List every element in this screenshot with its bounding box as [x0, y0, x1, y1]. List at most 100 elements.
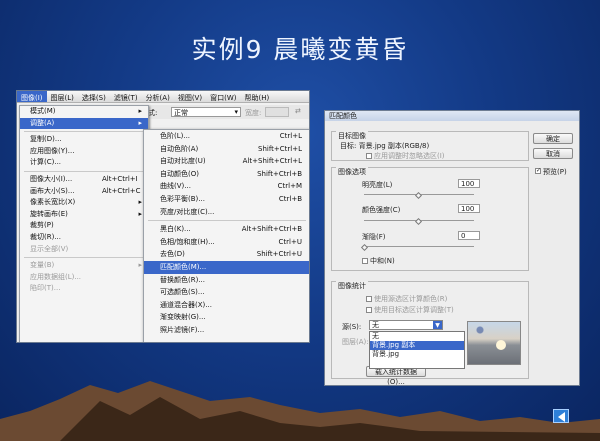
swap-icon[interactable]: ⇄ — [295, 107, 301, 115]
menubar-item[interactable]: 图像(I) — [17, 91, 47, 102]
menubar-item[interactable]: 帮助(H) — [240, 91, 273, 102]
adjust-submenu: 色阶(L)... Ctrl+L 自动色阶(A) Shift+Ctrl+L 自动对比度(U… — [143, 129, 309, 342]
use-source-selection-checkbox[interactable]: 使用源选区计算颜色(R) — [366, 294, 447, 304]
adjust-menu-item[interactable]: 自动色阶(A) Shift+Ctrl+L — [144, 143, 309, 156]
menubar-item[interactable]: 选择(S) — [78, 91, 110, 102]
menu-item-label: 应用图像(Y)... — [30, 146, 75, 155]
adjust-menu-item[interactable]: 色阶(L)... Ctrl+L — [144, 130, 309, 143]
adjust-menu-item[interactable]: 匹配颜色(M)... — [144, 260, 309, 274]
image-menu-item[interactable]: 像素长宽比(X) ▸ — [20, 197, 148, 209]
image-menu-item[interactable]: 显示全部(V) — [20, 244, 148, 256]
menubar-item[interactable]: 分析(A) — [142, 91, 174, 102]
menubar-item[interactable]: 视图(V) — [174, 91, 206, 102]
neutralize-label: 中和(N) — [370, 257, 395, 265]
target-group-label: 目标图像 — [336, 131, 368, 141]
ok-button[interactable]: 确定 — [533, 133, 573, 144]
adjust-menu-item[interactable]: 亮度/对比度(C)... — [144, 206, 309, 219]
image-menu-item[interactable]: 旋转画布(E) ▸ — [20, 209, 148, 221]
menubar-item[interactable]: 窗口(W) — [206, 91, 240, 102]
image-menu-item[interactable]: 变量(B) ▸ — [20, 260, 148, 272]
adjust-menu-item[interactable]: 黑白(K)... Alt+Shift+Ctrl+B — [144, 223, 309, 236]
source-label: 源(S): — [342, 323, 362, 331]
fade-field[interactable]: 0 — [458, 231, 480, 240]
submenu-arrow-icon: ▸ — [138, 198, 142, 207]
load-stats-button[interactable]: 载入统计数据(O)... — [366, 366, 426, 386]
image-menu-item[interactable]: 调整(A) ▸ — [20, 117, 148, 130]
menu-item-label: 色彩平衡(B)... — [160, 194, 205, 203]
width-field[interactable] — [265, 107, 289, 117]
source-option[interactable]: 背景.jpg 副本 — [370, 341, 464, 350]
intensity-field[interactable]: 100 — [458, 204, 480, 213]
dialog-title: 匹配颜色 — [325, 111, 579, 121]
luminance-slider[interactable] — [364, 194, 474, 195]
luminance-thumb[interactable] — [414, 191, 423, 200]
preview-label: 预览(P) — [543, 168, 567, 176]
use-target-selection-checkbox[interactable]: 使用目标选区计算调整(T) — [366, 305, 454, 315]
menu-item-shortcut: Shift+Ctrl+U — [256, 250, 302, 259]
source-select[interactable]: 无 ▼ — [369, 320, 443, 330]
image-menu-item[interactable]: 应用图像(Y)... — [20, 146, 148, 158]
source-option[interactable]: 无 — [370, 332, 464, 341]
image-menu-item[interactable]: 应用数据组(L)... — [20, 272, 148, 284]
menubar-item[interactable]: 图层(L) — [47, 91, 78, 102]
menu-item-label: 应用数据组(L)... — [30, 272, 82, 281]
adjust-menu-item[interactable]: 色相/饱和度(H)... Ctrl+U — [144, 236, 309, 249]
menu-item-label: 渐变映射(G)... — [160, 313, 206, 322]
image-menu-item[interactable]: 陷印(T)... — [20, 283, 148, 295]
menu-item-label: 复制(D)... — [30, 135, 62, 144]
use-source-selection-label: 使用源选区计算颜色(R) — [374, 295, 448, 303]
fade-slider[interactable] — [364, 246, 474, 247]
preview-checkbox[interactable]: 预览(P) — [535, 167, 567, 177]
use-target-selection-label: 使用目标选区计算调整(T) — [374, 306, 454, 314]
adjust-menu-item[interactable]: 通道混合器(X)... — [144, 299, 309, 312]
cancel-button[interactable]: 取消 — [533, 148, 573, 159]
options-bar: 样式: 正常 ▾ 宽度: ⇄ — [125, 105, 309, 119]
style-select[interactable]: 正常 ▾ — [171, 107, 241, 117]
menu-item-label: 去色(D) — [160, 250, 185, 259]
fade-label: 渐隐(F) — [362, 233, 386, 241]
menu-item-label: 自动色阶(A) — [160, 144, 199, 153]
adjust-menu-item[interactable]: 去色(D) Shift+Ctrl+U — [144, 248, 309, 261]
menu-item-shortcut: Ctrl+U — [278, 237, 302, 246]
target-label: 目标: — [340, 142, 357, 150]
menu-item-label: 匹配颜色(M)... — [160, 262, 207, 271]
submenu-arrow-icon: ▸ — [138, 209, 142, 218]
menu-item-shortcut: Shift+Ctrl+B — [257, 169, 302, 178]
image-menu-item[interactable]: 图像大小(I)... Alt+Ctrl+I — [20, 174, 148, 186]
menu-item-label: 裁切(R)... — [30, 232, 62, 241]
previous-slide-icon[interactable] — [553, 409, 569, 423]
fade-thumb[interactable] — [360, 243, 369, 252]
adjust-menu-item[interactable]: 可选颜色(S)... — [144, 286, 309, 299]
menu-item-shortcut: Alt+Shift+Ctrl+B — [241, 225, 302, 234]
menu-item-shortcut: Ctrl+B — [278, 194, 302, 203]
luminance-field[interactable]: 100 — [458, 179, 480, 188]
intensity-thumb[interactable] — [414, 217, 423, 226]
intensity-label: 颜色强度(C) — [362, 206, 401, 214]
intensity-slider[interactable] — [364, 220, 474, 221]
menu-item-label: 可选颜色(S)... — [160, 288, 205, 297]
adjust-menu-item[interactable]: 替换颜色(R)... — [144, 274, 309, 287]
adjust-menu-item[interactable]: 曲线(V)... Ctrl+M — [144, 180, 309, 193]
adjust-menu-item[interactable]: 渐变映射(G)... — [144, 311, 309, 324]
ignore-selection-checkbox[interactable]: 应用调整时忽略选区(I) — [366, 151, 445, 161]
sun-shape — [496, 340, 506, 350]
adjust-menu-item[interactable]: 自动对比度(U) Alt+Shift+Ctrl+L — [144, 155, 309, 168]
neutralize-checkbox[interactable]: 中和(N) — [362, 256, 395, 266]
menu-item-label: 自动颜色(O) — [160, 169, 199, 178]
image-menu-item[interactable]: 模式(M) ▸ — [20, 106, 148, 118]
image-menu-item[interactable]: 裁剪(P) — [20, 220, 148, 232]
presentation-slide: 实例9 晨曦变黄昏 图像(I) 图层(L) 选择(S) 滤镜(T) 分析(A) 视图(V)… — [0, 0, 600, 441]
source-option[interactable]: 背景.jpg — [370, 350, 464, 359]
image-menu-item[interactable]: 计算(C)... — [20, 157, 148, 169]
adjust-menu-item[interactable]: 自动颜色(O) Shift+Ctrl+B — [144, 168, 309, 181]
adjust-menu-item[interactable]: 色彩平衡(B)... Ctrl+B — [144, 193, 309, 206]
image-menu-item[interactable]: 裁切(R)... — [20, 232, 148, 244]
menu-item-label: 变量(B) — [30, 261, 55, 270]
image-menu-item[interactable]: 画布大小(S)... Alt+Ctrl+C — [20, 186, 148, 198]
checkbox-box — [366, 296, 372, 302]
menu-item-label: 通道混合器(X)... — [160, 300, 212, 309]
image-menu-item[interactable]: 复制(D)... — [20, 134, 148, 146]
adjust-menu-item[interactable]: 照片滤镜(F)... — [144, 324, 309, 337]
style-label: 样式: — [141, 109, 158, 117]
menubar-item[interactable]: 滤镜(T) — [110, 91, 142, 102]
